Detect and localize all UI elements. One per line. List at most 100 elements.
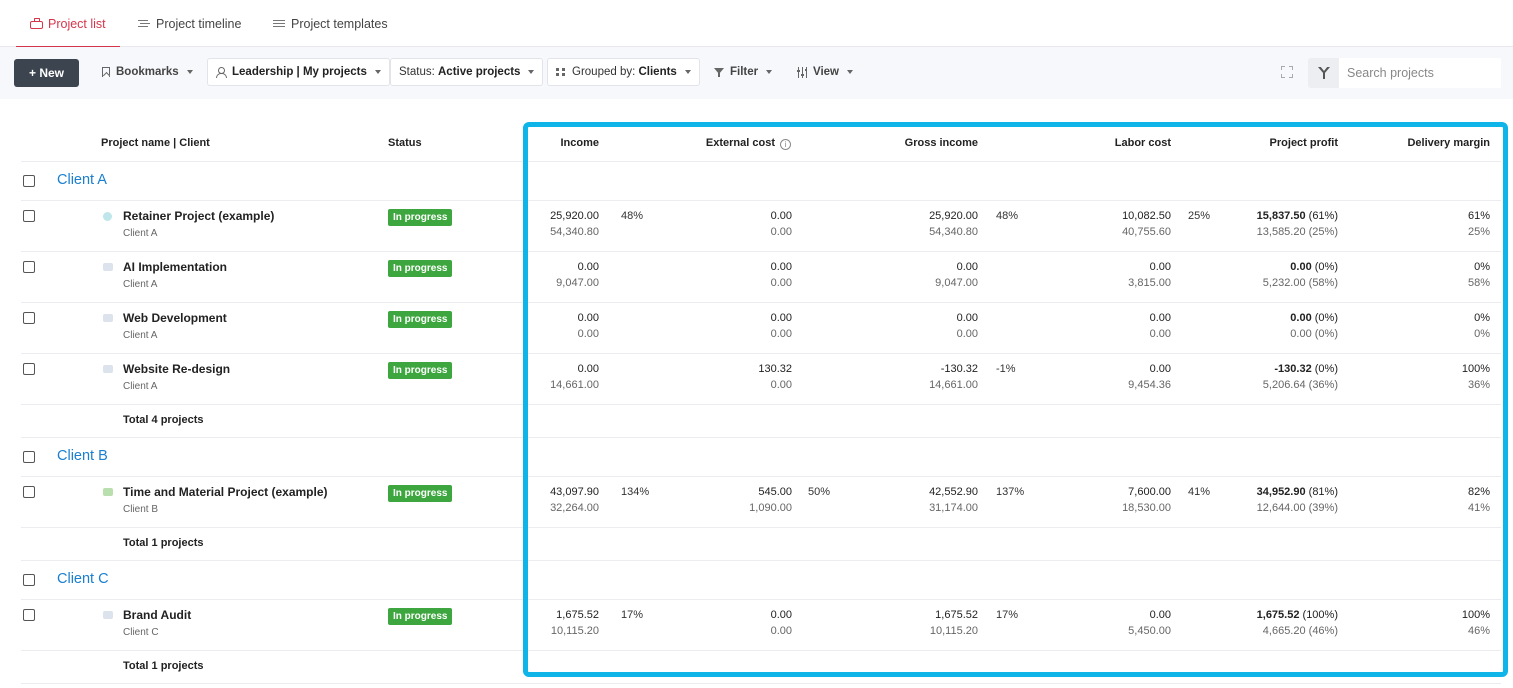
income-value: 43,097.90 bbox=[550, 486, 599, 498]
project-profit-percent: (81%) bbox=[1308, 486, 1338, 498]
external-cost-value: 130.32 bbox=[758, 363, 792, 375]
col-header-gross-income[interactable]: Gross income bbox=[860, 137, 978, 149]
filter-dropdown[interactable]: Filter bbox=[714, 58, 773, 86]
gross-income-forecast: 9,047.00 bbox=[935, 277, 978, 289]
gross-income-forecast: 10,115.20 bbox=[929, 625, 978, 637]
gross-income-forecast: 14,661.00 bbox=[929, 379, 978, 391]
external-cost-percent: 50% bbox=[808, 486, 831, 498]
labor-cost-forecast: 18,530.00 bbox=[1122, 502, 1171, 514]
project-checkbox[interactable] bbox=[23, 261, 35, 273]
project-checkbox[interactable] bbox=[23, 210, 35, 222]
project-name[interactable]: Brand Audit bbox=[123, 608, 191, 622]
status-badge: In progress bbox=[388, 209, 453, 226]
income-forecast: 14,661.00 bbox=[550, 379, 599, 391]
project-checkbox[interactable] bbox=[23, 486, 35, 498]
col-header-external-cost-label: External cost bbox=[705, 137, 775, 149]
search-filter-button[interactable] bbox=[1308, 58, 1339, 88]
project-name[interactable]: Web Development bbox=[123, 311, 227, 325]
project-icon bbox=[103, 488, 113, 496]
col-header-external-cost[interactable]: External cost i bbox=[660, 137, 791, 150]
col-header-status[interactable]: Status bbox=[388, 137, 422, 149]
gross-income-percent: 137% bbox=[996, 486, 1025, 498]
grid-icon bbox=[556, 66, 566, 78]
divider bbox=[21, 353, 1501, 354]
client-group-label[interactable]: Client A bbox=[57, 172, 107, 188]
labor-cost-forecast: 40,755.60 bbox=[1122, 226, 1171, 238]
external-cost-forecast: 0.00 bbox=[770, 277, 792, 289]
income-forecast: 10,115.20 bbox=[550, 625, 599, 637]
external-cost-forecast: 0.00 bbox=[770, 328, 792, 340]
tab-label: Project templates bbox=[291, 16, 388, 31]
project-checkbox[interactable] bbox=[23, 312, 35, 324]
project-name[interactable]: AI Implementation bbox=[123, 260, 227, 274]
group-checkbox[interactable] bbox=[23, 574, 35, 586]
chevron-down-icon bbox=[528, 70, 535, 74]
project-profit-forecast: 5,206.64 (36%) bbox=[1262, 379, 1338, 391]
project-name[interactable]: Retainer Project (example) bbox=[123, 209, 274, 223]
col-header-name[interactable]: Project name | Client bbox=[101, 137, 210, 149]
divider bbox=[21, 404, 1501, 405]
chevron-down-icon bbox=[684, 70, 691, 74]
project-checkbox[interactable] bbox=[23, 363, 35, 375]
gross-income-percent: 48% bbox=[996, 210, 1019, 222]
client-group-label[interactable]: Client B bbox=[57, 448, 108, 464]
gross-income-value: 0.00 bbox=[956, 261, 978, 273]
gross-income-value: 42,552.90 bbox=[929, 486, 978, 498]
divider bbox=[21, 251, 1501, 252]
divider bbox=[21, 599, 1501, 600]
col-header-delivery-margin[interactable]: Delivery margin bbox=[1380, 137, 1490, 149]
search-input[interactable] bbox=[1339, 58, 1501, 88]
delivery-margin-value: 100% bbox=[1461, 363, 1490, 375]
project-profit-forecast: 4,665.20 (46%) bbox=[1262, 625, 1338, 637]
filter-label: Filter bbox=[730, 66, 759, 78]
divider bbox=[21, 200, 1501, 201]
tab-bar: Project list Project timeline Project te… bbox=[0, 0, 1513, 48]
external-cost-value: 0.00 bbox=[770, 609, 792, 621]
chevron-down-icon bbox=[847, 70, 853, 74]
group-checkbox[interactable] bbox=[23, 451, 35, 463]
project-checkbox[interactable] bbox=[23, 609, 35, 621]
group-total: Total 1 projects bbox=[123, 660, 204, 672]
expand-icon[interactable] bbox=[1281, 66, 1293, 78]
delivery-margin-forecast: 0% bbox=[1474, 328, 1490, 340]
col-header-income[interactable]: Income bbox=[520, 137, 599, 149]
bookmark-icon bbox=[102, 67, 110, 77]
info-icon[interactable]: i bbox=[780, 139, 791, 150]
view-dropdown[interactable]: View bbox=[797, 58, 853, 86]
new-button[interactable]: + New bbox=[14, 59, 79, 87]
list-icon bbox=[273, 19, 286, 29]
project-profit-percent: (0%) bbox=[1314, 312, 1338, 324]
external-cost-value: 545.00 bbox=[758, 486, 792, 498]
tab-project-templates[interactable]: Project templates bbox=[273, 0, 388, 47]
status-dropdown[interactable]: Status: Active projects bbox=[390, 58, 544, 86]
view-selector-dropdown[interactable]: Leadership | My projects bbox=[207, 58, 390, 86]
group-checkbox[interactable] bbox=[23, 175, 35, 187]
grouped-by-dropdown[interactable]: Grouped by: Clients bbox=[547, 58, 700, 86]
col-header-project-profit[interactable]: Project profit bbox=[1230, 137, 1338, 149]
project-client: Client A bbox=[123, 279, 158, 290]
project-profit-value: 34,952.90 (81%) bbox=[1218, 486, 1338, 498]
income-percent: 48% bbox=[621, 210, 644, 222]
divider bbox=[21, 437, 1501, 438]
project-profit-percent: (0%) bbox=[1314, 363, 1338, 375]
project-name[interactable]: Time and Material Project (example) bbox=[123, 485, 328, 499]
project-client: Client A bbox=[123, 381, 158, 392]
income-forecast: 32,264.00 bbox=[550, 502, 599, 514]
client-group-label[interactable]: Client C bbox=[57, 571, 109, 587]
gross-income-value: 1,675.52 bbox=[935, 609, 978, 621]
status-badge: In progress bbox=[388, 608, 453, 625]
tab-project-list[interactable]: Project list bbox=[16, 0, 120, 48]
status-badge: In progress bbox=[388, 260, 453, 277]
col-header-labor-cost[interactable]: Labor cost bbox=[1060, 137, 1171, 149]
bookmarks-dropdown[interactable]: Bookmarks bbox=[102, 58, 193, 86]
project-profit-forecast: 0.00 (0%) bbox=[1290, 328, 1338, 340]
income-value: 25,920.00 bbox=[550, 210, 599, 222]
gross-income-forecast: 0.00 bbox=[956, 328, 978, 340]
project-name[interactable]: Website Re-design bbox=[123, 362, 230, 376]
tab-project-timeline[interactable]: Project timeline bbox=[138, 0, 241, 47]
external-cost-forecast: 1,090.00 bbox=[749, 502, 792, 514]
project-profit-value: 0.00 (0%) bbox=[1218, 261, 1338, 273]
group-total: Total 4 projects bbox=[123, 414, 204, 426]
external-cost-value: 0.00 bbox=[770, 312, 792, 324]
divider bbox=[21, 560, 1501, 561]
